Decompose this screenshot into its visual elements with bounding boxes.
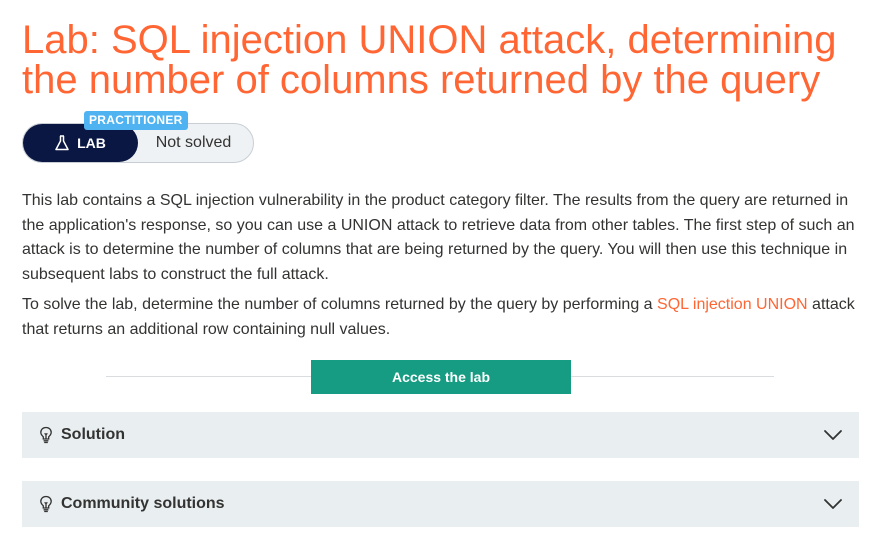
lab-page: Lab: SQL injection UNION attack, determi… xyxy=(0,0,887,550)
lab-label: LAB xyxy=(77,135,106,151)
community-solutions-accordion[interactable]: Community solutions xyxy=(22,481,859,527)
lab-description: This lab contains a SQL injection vulner… xyxy=(22,192,855,283)
chevron-down-icon[interactable] xyxy=(823,429,843,441)
lightbulb-icon xyxy=(39,494,55,514)
accordion-label: Community solutions xyxy=(61,495,225,512)
chevron-down-icon[interactable] xyxy=(823,498,843,510)
access-lab-button[interactable]: Access the lab xyxy=(311,360,571,394)
lab-instructions: To solve the lab, determine the number o… xyxy=(22,293,867,342)
lightbulb-icon xyxy=(39,425,55,445)
instructions-text-before: To solve the lab, determine the number o… xyxy=(22,296,658,313)
sql-injection-union-link[interactable]: SQL injection UNION xyxy=(657,296,808,313)
level-badge: PRACTITIONER xyxy=(84,111,188,130)
page-title: Lab: SQL injection UNION attack, determi… xyxy=(22,18,837,102)
solution-accordion[interactable]: Solution xyxy=(22,412,859,458)
accordion-label: Solution xyxy=(61,426,125,443)
flask-icon xyxy=(55,135,69,151)
